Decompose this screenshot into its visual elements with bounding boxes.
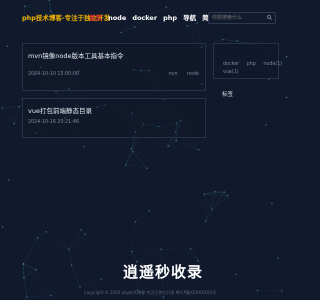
post-tag[interactable]: nvn [169, 72, 178, 77]
menu-item-node[interactable]: node [108, 14, 126, 22]
post-tags: nvn node [161, 72, 199, 77]
post-tag[interactable]: node [187, 72, 199, 77]
post-card[interactable]: vue打包前端静态目录 2024-10-16 20:21:46 [22, 98, 206, 138]
menu-item-php[interactable]: php [163, 14, 177, 22]
sidebar-tag-list: docker php node(1) vue(1) [223, 62, 288, 75]
post-card[interactable]: mvn镜像node版本工具基本指令 2024-10-10 15:00:00 nv… [22, 43, 206, 91]
footer-copyright: Copyright © 2024 php技术博客-专注于独立开发 粤ICP备XX… [83, 290, 217, 295]
top-navigation: php技术博客-专注于独立开发 首页 node docker php 导航 简语… [0, 10, 300, 26]
sidebar-tag[interactable]: vue(1) [223, 70, 239, 75]
post-date: 2024-10-10 15:00:00 [28, 72, 79, 77]
sidebar-title: 标签 [222, 92, 234, 98]
search-icon[interactable] [267, 15, 272, 20]
menu-item-home[interactable]: 首页 [89, 14, 102, 22]
post-date: 2024-10-16 20:21:46 [28, 120, 79, 125]
watermark-text: 逍遥秒收录 [123, 263, 204, 281]
sidebar-tag[interactable]: php [247, 62, 256, 67]
sidebar-tag[interactable]: docker [223, 62, 239, 67]
menu-item-nav[interactable]: 导航 [183, 14, 196, 22]
sidebar-tag[interactable]: node(1) [263, 62, 282, 67]
menu-item-docker[interactable]: docker [132, 14, 157, 22]
post-title[interactable]: vue打包前端静态目录 [28, 105, 92, 115]
post-title[interactable]: mvn镜像node版本工具基本指令 [28, 50, 124, 60]
search-input[interactable] [208, 12, 276, 24]
